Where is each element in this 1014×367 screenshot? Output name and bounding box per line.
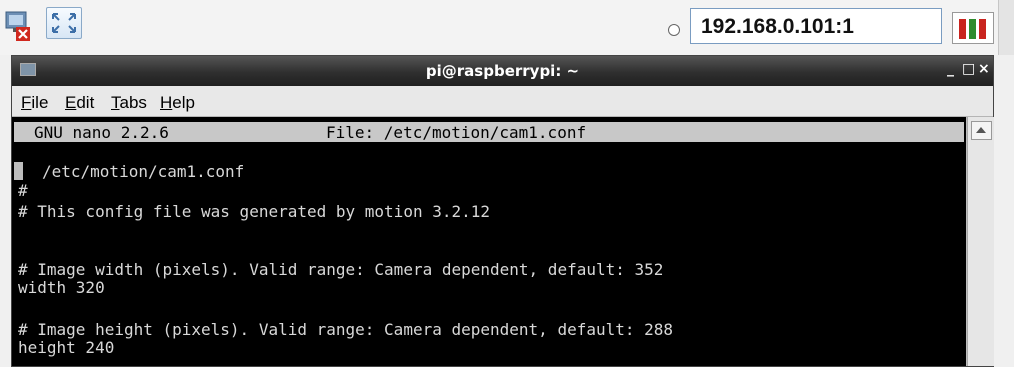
- line-6: # Image height (pixels). Valid range: Ca…: [18, 320, 674, 339]
- vnc-toolbar: 192.168.0.101:1: [0, 0, 1014, 55]
- menu-tabs-label: abs: [119, 93, 147, 112]
- menu-help-mnemonic: H: [160, 93, 173, 112]
- window-title: pi@raspberrypi: ~: [425, 62, 580, 80]
- line-1: /etc/motion/cam1.conf: [42, 162, 245, 181]
- status-red-bar-1: [959, 19, 966, 39]
- close-window-button[interactable]: ×: [978, 61, 990, 77]
- terminal-scrollbar[interactable]: [967, 117, 994, 366]
- menu-edit-mnemonic: E: [65, 93, 77, 112]
- menu-tabs[interactable]: Tabs: [111, 93, 147, 113]
- outer-scrollbar[interactable]: [998, 0, 1014, 55]
- connection-status-indicator: [952, 12, 994, 44]
- menu-help-label: elp: [172, 93, 195, 112]
- host-address: 192.168.0.101:1: [701, 15, 854, 38]
- status-green-bar: [969, 19, 976, 39]
- menu-file[interactable]: File: [21, 93, 48, 113]
- radio-button[interactable]: [668, 24, 680, 36]
- status-red-bar-2: [979, 19, 986, 39]
- terminal-window: pi@raspberrypi: ~ _ □ × File Edit Tabs H…: [11, 55, 994, 367]
- line-7: height 240: [18, 338, 115, 357]
- host-field[interactable]: 192.168.0.101:1: [690, 8, 942, 44]
- line-5: width 320: [18, 278, 105, 297]
- nano-version: GNU nano 2.2.6: [34, 123, 169, 142]
- terminal-content[interactable]: GNU nano 2.2.6 File: /etc/motion/cam1.co…: [12, 117, 966, 366]
- text-cursor: [14, 162, 23, 180]
- menu-edit[interactable]: Edit: [65, 93, 94, 113]
- nano-file: File: /etc/motion/cam1.conf: [326, 123, 587, 142]
- menu-file-mnemonic: F: [21, 93, 32, 112]
- menu-file-label: ile: [31, 93, 49, 112]
- menu-help[interactable]: Help: [160, 93, 195, 113]
- menu-tabs-mnemonic: T: [111, 93, 120, 112]
- line-4: # Image width (pixels). Valid range: Cam…: [18, 260, 664, 279]
- line-3: # This config file was generated by moti…: [18, 202, 491, 221]
- menu-bar: File Edit Tabs Help: [12, 86, 993, 117]
- minimize-button[interactable]: _: [947, 61, 954, 77]
- nano-header-bar: GNU nano 2.2.6 File: /etc/motion/cam1.co…: [14, 122, 964, 142]
- window-titlebar[interactable]: pi@raspberrypi: ~ _ □ ×: [12, 56, 993, 86]
- line-2: #: [18, 181, 28, 200]
- menu-edit-label: dit: [76, 93, 95, 112]
- fullscreen-icon[interactable]: [46, 7, 82, 39]
- maximize-button[interactable]: □: [962, 61, 975, 77]
- close-connection-icon[interactable]: [4, 9, 32, 41]
- scroll-up-arrow-icon[interactable]: [971, 121, 992, 140]
